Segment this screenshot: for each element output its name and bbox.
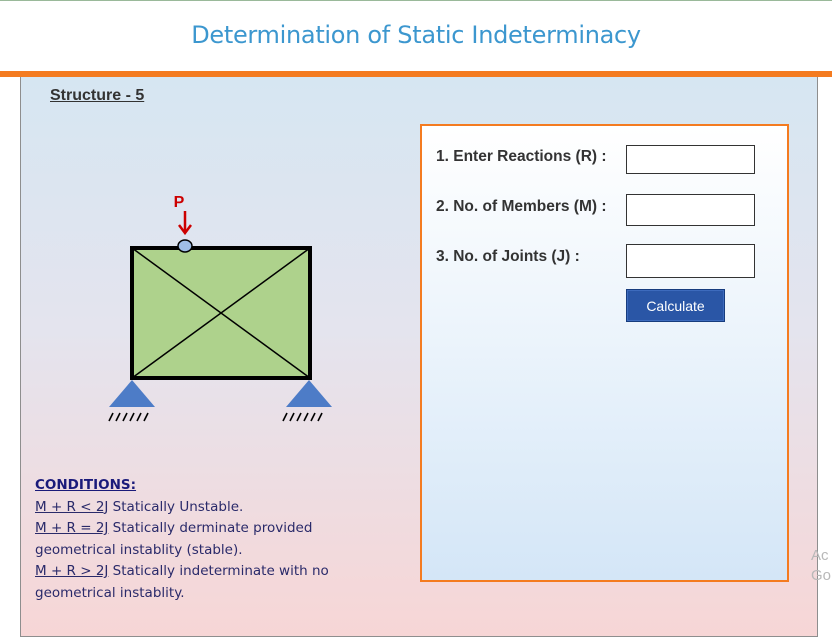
page-header: Determination of Static Indeterminacy: [0, 0, 832, 71]
members-input[interactable]: [626, 194, 755, 226]
members-label: 2. No. of Members (M) :: [436, 198, 607, 215]
conditions-text: CONDITIONS: M + R < 2J Statically Unstab…: [35, 475, 335, 604]
left-support: [109, 380, 155, 407]
conditions-heading: CONDITIONS:: [35, 477, 137, 493]
condition-indeterminate-eq: M + R > 2J: [35, 563, 109, 579]
right-ground-hatch: [282, 412, 323, 422]
load-label: P: [174, 194, 185, 211]
joints-input[interactable]: [626, 244, 755, 278]
condition-unstable-eq: M + R < 2J: [35, 498, 109, 515]
condition-unstable-text: Statically Unstable.: [108, 498, 244, 515]
condition-determinate-eq: M + R = 2J: [35, 520, 109, 536]
reactions-label: 1. Enter Reactions (R) :: [436, 148, 607, 165]
condition-determinate: M + R = 2J Statically derminate provided…: [35, 518, 335, 561]
condition-indeterminate: M + R > 2J Statically indeterminate with…: [35, 561, 335, 604]
calculate-button[interactable]: Calculate: [626, 289, 725, 322]
page-title: Determination of Static Indeterminacy: [191, 20, 641, 49]
structure-label: Structure - 5: [50, 87, 145, 104]
truss-diagram: P: [108, 194, 332, 422]
right-support: [286, 380, 332, 407]
joints-label: 3. No. of Joints (J) :: [436, 248, 580, 265]
activation-watermark: Ac Go: [811, 546, 831, 586]
watermark-line-2: Go: [811, 567, 832, 584]
left-ground-hatch: [108, 412, 149, 422]
reactions-input[interactable]: [626, 145, 755, 174]
condition-unstable: M + R < 2J Statically Unstable.: [35, 497, 335, 519]
hinge-joint: [177, 239, 193, 253]
watermark-line-1: Ac: [811, 547, 829, 564]
input-form: 1. Enter Reactions (R) : 2. No. of Membe…: [420, 124, 789, 582]
